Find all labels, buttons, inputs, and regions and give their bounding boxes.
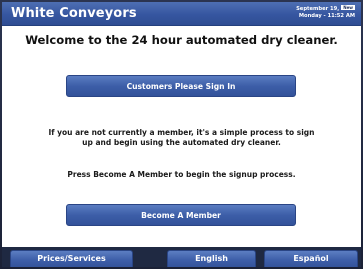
- date-text: September 19,: [296, 6, 340, 12]
- english-language-tab[interactable]: English: [167, 250, 256, 267]
- kiosk-screen: White Conveyors September 19, New Monday …: [2, 2, 361, 267]
- member-info-line-2: up and begin using the automated dry cle…: [82, 138, 281, 147]
- time-text: Monday - 11:52 AM: [298, 13, 355, 19]
- footer-bar: Prices/Services English Español: [2, 247, 361, 267]
- header-bar: White Conveyors September 19, New Monday …: [2, 2, 361, 26]
- welcome-heading: Welcome to the 24 hour automated dry cle…: [25, 33, 338, 47]
- brand-title: White Conveyors: [11, 6, 137, 21]
- signup-instruction: Press Become A Member to begin the signu…: [67, 170, 296, 179]
- customers-sign-in-button[interactable]: Customers Please Sign In: [66, 75, 296, 97]
- member-info-line-1: If you are not currently a member, it's …: [48, 128, 315, 137]
- date-time: September 19, New Monday - 11:52 AM: [296, 5, 355, 20]
- prices-services-tab[interactable]: Prices/Services: [10, 250, 133, 267]
- member-info-text: If you are not currently a member, it's …: [2, 128, 361, 148]
- new-badge: New: [341, 5, 355, 10]
- espanol-language-tab[interactable]: Español: [264, 250, 358, 267]
- become-a-member-button[interactable]: Become A Member: [66, 204, 296, 226]
